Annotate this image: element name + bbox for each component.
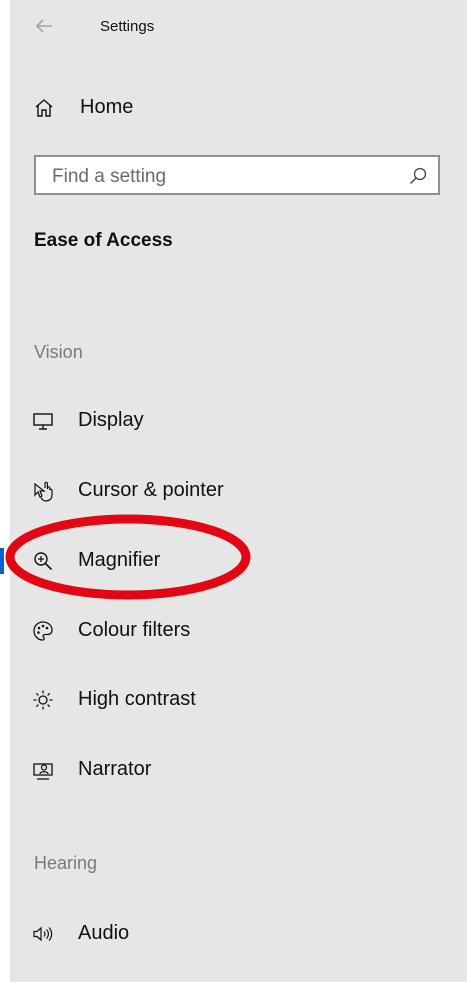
home-label: Home [80,96,134,118]
narrator-icon [32,759,54,781]
selection-indicator [0,548,4,574]
nav-item-audio[interactable]: Audio [10,911,467,957]
search-input[interactable] [50,163,394,191]
home-icon [34,98,54,118]
nav-item-label: Display [78,409,144,431]
window-title: Settings [100,18,155,35]
home-nav-item[interactable]: Home [10,86,467,130]
nav-item-label: Audio [78,922,130,944]
nav-item-label: Cursor & pointer [78,479,224,501]
back-arrow-icon[interactable] [34,16,54,36]
nav-item-display[interactable]: Display [10,398,467,444]
nav-item-high-contrast[interactable]: High contrast [10,677,467,723]
section-title: Ease of Access [34,230,173,251]
search-icon[interactable] [408,166,428,186]
magnifier-icon [32,550,54,572]
group-label-hearing: Hearing [34,853,98,873]
nav-item-cursor-pointer[interactable]: Cursor & pointer [10,468,467,514]
pointer-icon [32,480,54,502]
monitor-icon [32,410,54,432]
palette-icon [32,620,54,642]
sun-icon [32,689,54,711]
nav-item-magnifier[interactable]: Magnifier [0,538,467,584]
nav-item-label: Colour filters [78,619,191,641]
nav-item-label: Magnifier [78,549,161,571]
nav-item-label: Narrator [78,758,152,780]
nav-item-label: High contrast [78,688,196,710]
nav-item-colour-filters[interactable]: Colour filters [10,608,467,654]
nav-item-narrator[interactable]: Narrator [10,747,467,793]
group-label-vision: Vision [34,342,83,362]
settings-sidebar: Settings Home Ease of Access Vision Disp [0,0,467,982]
title-bar: Settings [10,0,467,56]
speaker-icon [32,923,54,945]
search-box[interactable] [34,155,440,195]
